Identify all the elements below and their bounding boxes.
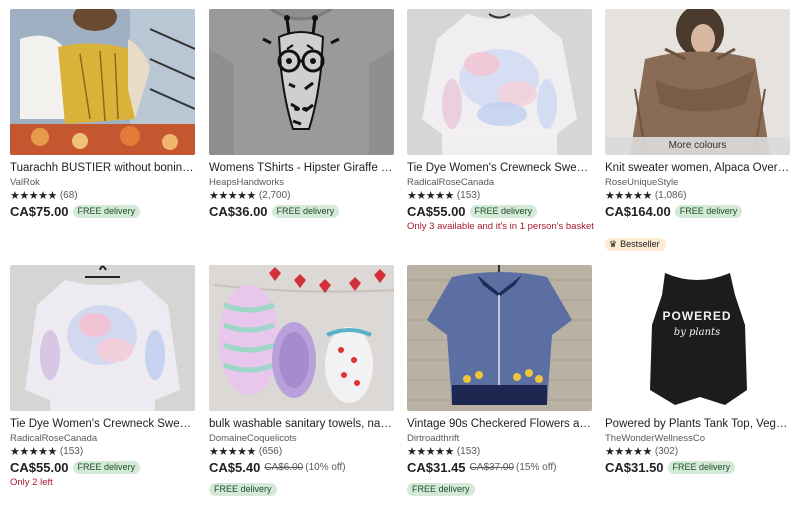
listing-title[interactable]: Powered by Plants Tank Top, Vegan Shirt: [605, 417, 790, 431]
stock-warning: Only 3 available and it's in 1 person's …: [407, 221, 594, 232]
rating[interactable]: ★★★★★ (2,700): [209, 189, 291, 202]
free-delivery-badge: FREE delivery: [469, 205, 538, 218]
price: CA$75.00: [10, 204, 69, 219]
discount: (10% off): [305, 462, 346, 473]
shop-name[interactable]: DomaineCoquelicots: [209, 433, 297, 444]
listing-image-knit-sweater[interactable]: More colours: [605, 9, 790, 155]
listing-grid: Tuarachh BUSTIER without boning * Fully …: [10, 9, 792, 496]
rating[interactable]: ★★★★★ (153): [10, 445, 84, 458]
free-delivery-badge: FREE delivery: [72, 205, 141, 218]
review-count: (68): [59, 189, 78, 201]
price: CA$55.00: [10, 460, 69, 475]
price: CA$5.40: [209, 460, 261, 475]
rating[interactable]: ★★★★★ (153): [407, 189, 481, 202]
free-delivery-row: FREE delivery: [407, 479, 475, 497]
free-delivery-badge: FREE delivery: [72, 461, 141, 474]
review-count: (153): [59, 445, 84, 457]
shop-name[interactable]: HeapsHandworks: [209, 177, 284, 188]
price-row: CA$55.00 FREE delivery: [407, 204, 538, 219]
tank-print-text-1: POWERED: [662, 309, 731, 323]
rating[interactable]: ★★★★★ (302): [605, 445, 679, 458]
bestseller-badge: ♛ Bestseller: [605, 238, 666, 251]
original-price: CA$37.00: [469, 462, 515, 473]
price-row: CA$31.45 CA$37.00 (15% off): [407, 460, 556, 475]
shop-name[interactable]: TheWonderWellnessCo: [605, 433, 705, 444]
review-count: (153): [456, 189, 481, 201]
listing-image-checkered-blouse[interactable]: [407, 265, 592, 411]
free-delivery-badge: FREE delivery: [407, 483, 475, 496]
listing-image-tie-dye-sweatshirt-flat[interactable]: [10, 265, 195, 411]
bestseller-icon: ♛: [609, 239, 618, 249]
listing-card[interactable]: Womens TShirts - Hipster Giraffe Women's…: [209, 9, 394, 249]
price: CA$36.00: [209, 204, 268, 219]
listing-title[interactable]: Tuarachh BUSTIER without boning * Fully …: [10, 161, 195, 175]
listing-title[interactable]: Womens TShirts - Hipster Giraffe Women's…: [209, 161, 394, 175]
listing-card[interactable]: Vintage 90s Checkered Flowers and Bees B…: [407, 265, 592, 505]
price: CA$55.00: [407, 204, 466, 219]
price-row: CA$75.00 FREE delivery: [10, 204, 141, 219]
stars-icon: ★★★★★: [209, 189, 256, 202]
listing-image-bustier[interactable]: [10, 9, 195, 155]
listing-title[interactable]: bulk washable sanitary towels, natural c…: [209, 417, 394, 431]
discount: (15% off): [516, 462, 557, 473]
shop-name[interactable]: Dirtroadthrift: [407, 433, 459, 444]
rating[interactable]: ★★★★★ (1,086): [605, 189, 687, 202]
free-delivery-badge: FREE delivery: [667, 461, 736, 474]
listing-image-tie-dye-sweatshirt[interactable]: [407, 9, 592, 155]
listing-card[interactable]: bulk washable sanitary towels, natural c…: [209, 265, 394, 505]
review-count: (1,086): [654, 189, 687, 201]
stars-icon: ★★★★★: [407, 189, 454, 202]
price: CA$31.45: [407, 460, 466, 475]
listing-card[interactable]: Tie Dye Women's Crewneck Sweatshirt Radi…: [10, 265, 195, 505]
stars-icon: ★★★★★: [407, 445, 454, 458]
bestseller-label: Bestseller: [620, 239, 660, 249]
review-count: (656): [258, 445, 283, 457]
tank-print-text-2: by plants: [674, 327, 720, 338]
rating[interactable]: ★★★★★ (68): [10, 189, 78, 202]
shop-name[interactable]: RadicalRoseCanada: [10, 433, 97, 444]
free-delivery-badge: FREE delivery: [271, 205, 340, 218]
stars-icon: ★★★★★: [209, 445, 256, 458]
price-row: CA$31.50 FREE delivery: [605, 460, 736, 475]
listing-card[interactable]: More colours Knit sweater women, Alpaca …: [605, 9, 790, 251]
price-row: CA$36.00 FREE delivery: [209, 204, 340, 219]
more-colours-label[interactable]: More colours: [605, 137, 790, 155]
price: CA$164.00: [605, 204, 671, 219]
listing-title[interactable]: Tie Dye Women's Crewneck Sweatshirt: [10, 417, 195, 431]
listing-card[interactable]: Tie Dye Women's Crewneck Sweatshirt Radi…: [407, 9, 594, 249]
listing-image-giraffe-tshirt[interactable]: [209, 9, 394, 155]
price-row: CA$164.00 FREE delivery: [605, 204, 743, 219]
original-price: CA$6.00: [264, 462, 304, 473]
stars-icon: ★★★★★: [605, 189, 652, 202]
listing-title[interactable]: Knit sweater women, Alpaca Oversized Swe…: [605, 161, 790, 175]
review-count: (302): [654, 445, 679, 457]
free-delivery-row: FREE delivery: [209, 479, 277, 497]
stock-warning: Only 2 left: [10, 477, 53, 488]
rating[interactable]: ★★★★★ (656): [209, 445, 283, 458]
price-row: CA$55.00 FREE delivery: [10, 460, 141, 475]
review-count: (2,700): [258, 189, 291, 201]
stars-icon: ★★★★★: [10, 189, 57, 202]
listing-card[interactable]: Tuarachh BUSTIER without boning * Fully …: [10, 9, 195, 249]
shop-name[interactable]: RoseUniqueStyle: [605, 177, 678, 188]
listing-image-vegan-tank-top[interactable]: POWERED by plants: [605, 265, 790, 411]
free-delivery-badge: FREE delivery: [209, 483, 277, 496]
shop-name[interactable]: ValRok: [10, 177, 40, 188]
listing-title[interactable]: Vintage 90s Checkered Flowers and Bees B…: [407, 417, 592, 431]
price-row: CA$5.40 CA$6.00 (10% off): [209, 460, 346, 475]
listing-title[interactable]: Tie Dye Women's Crewneck Sweatshirt: [407, 161, 592, 175]
review-count: (153): [456, 445, 481, 457]
stars-icon: ★★★★★: [10, 445, 57, 458]
listing-image-sanitary-pads[interactable]: [209, 265, 394, 411]
stars-icon: ★★★★★: [605, 445, 652, 458]
listing-card[interactable]: POWERED by plants Powered by Plants Tank…: [605, 265, 790, 505]
shop-name[interactable]: RadicalRoseCanada: [407, 177, 494, 188]
price: CA$31.50: [605, 460, 664, 475]
free-delivery-badge: FREE delivery: [674, 205, 743, 218]
rating[interactable]: ★★★★★ (153): [407, 445, 481, 458]
